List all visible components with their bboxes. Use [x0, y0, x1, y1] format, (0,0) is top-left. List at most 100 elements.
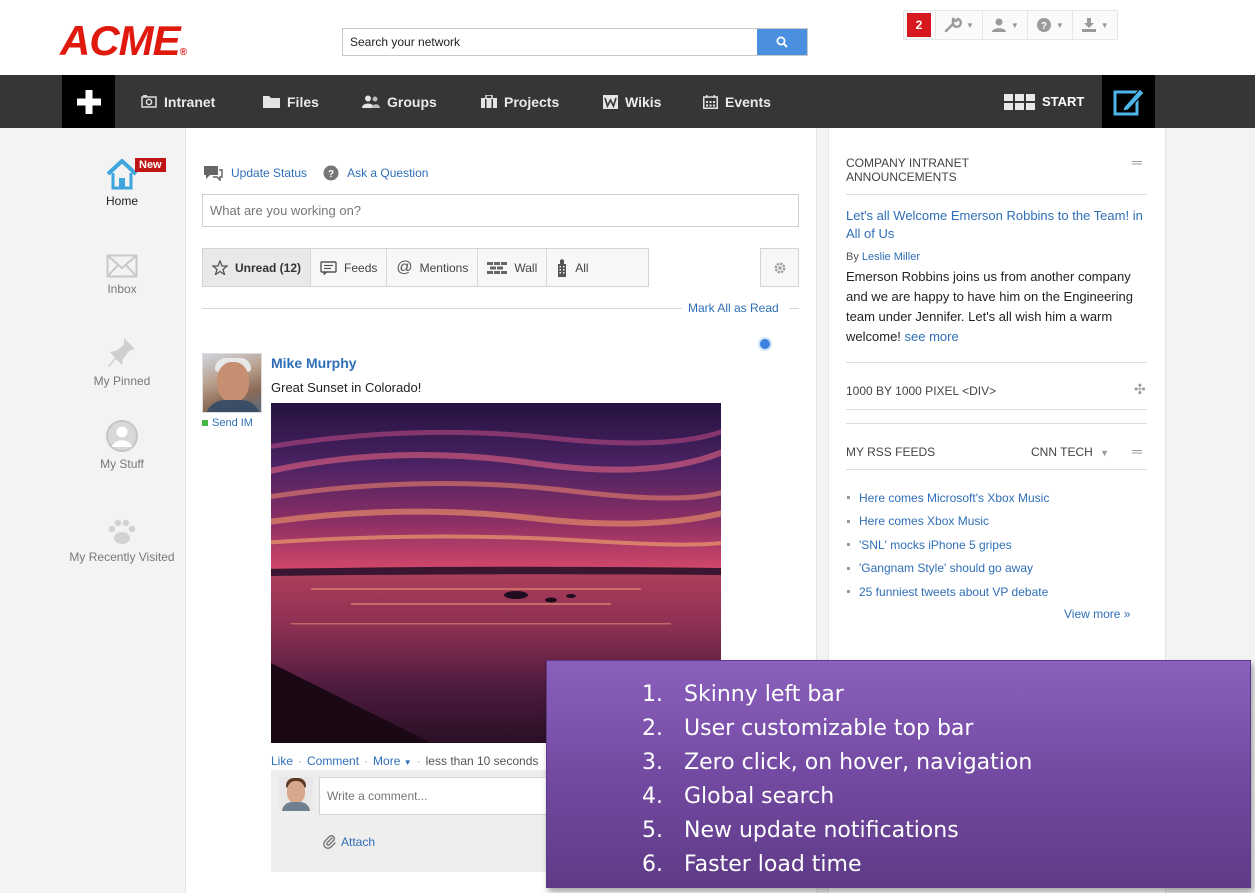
avatar-shirt [282, 802, 310, 811]
main-nav: Intranet Files Groups Projects Wikis Eve… [0, 75, 1255, 128]
plus-icon: ✣ [1134, 381, 1146, 397]
tab-all[interactable]: All [547, 249, 648, 286]
wrench-icon [944, 17, 962, 33]
chat-bubble-icon [204, 166, 223, 181]
tab-update-status[interactable]: Update Status [203, 165, 307, 181]
notifications-badge[interactable]: 2 [907, 13, 931, 37]
online-status-icon [202, 420, 208, 426]
new-badge: New [135, 158, 166, 172]
tab-mentions[interactable]: @ Mentions [387, 249, 479, 286]
post-author[interactable]: Mike Murphy [271, 355, 357, 371]
rss-source-select[interactable]: CNN TECH ▼ [1031, 445, 1109, 460]
utility-bar: 2 ▼ ▼ ? ▼ ▼ [903, 10, 1118, 40]
feed-icon [320, 260, 337, 275]
collapse-announcements-button[interactable]: ═ [1132, 154, 1142, 170]
nav-events[interactable]: Events [703, 75, 771, 128]
tab-feeds[interactable]: Feeds [311, 249, 388, 286]
rss-feeds-title: MY RSS FEEDS [846, 445, 936, 459]
search-button[interactable] [757, 29, 807, 55]
rss-item[interactable]: Here comes Microsoft's Xbox Music [846, 486, 1146, 510]
paperclip-icon [323, 835, 336, 849]
rss-item[interactable]: Here comes Xbox Music [846, 510, 1146, 534]
rss-item[interactable]: 'Gangnam Style' should go away [846, 557, 1146, 581]
attach-button[interactable]: Attach [323, 835, 375, 849]
nav-files[interactable]: Files [263, 75, 319, 128]
minus-icon: ═ [1132, 154, 1142, 170]
send-im-link[interactable]: Send IM [202, 417, 253, 429]
top-header: ACME® 2 ▼ ▼ ? ▼ ▼ [0, 0, 1255, 75]
rail-item-mystuff[interactable]: My Stuff [52, 419, 192, 471]
unread-indicator[interactable] [760, 339, 770, 349]
intranet-icon [141, 95, 157, 108]
at-icon: @ [396, 258, 413, 276]
post-text: Great Sunset in Colorado! [271, 380, 422, 395]
view-more-link[interactable]: View more » [1064, 607, 1130, 621]
composer-tabs: Update Status ? Ask a Question [203, 165, 444, 181]
briefcase-icon [481, 95, 497, 108]
divider [846, 469, 1147, 470]
search-input[interactable] [343, 29, 759, 55]
separator: · [298, 754, 303, 768]
nav-projects[interactable]: Projects [481, 75, 559, 128]
create-new-button[interactable] [62, 75, 115, 128]
expand-widget-button[interactable]: ✣ [1134, 381, 1146, 398]
bullet-icon [847, 590, 850, 594]
feature-item: 5. New update notifications [642, 817, 959, 843]
bullet-icon [847, 519, 850, 523]
calendar-icon [703, 94, 718, 109]
nav-intranet[interactable]: Intranet [141, 75, 215, 128]
author-avatar[interactable] [202, 353, 262, 413]
start-button[interactable]: START [1004, 75, 1084, 128]
groups-icon [362, 95, 380, 108]
nav-wikis[interactable]: Wikis [603, 75, 661, 128]
status-update-input[interactable] [202, 194, 799, 227]
post-actions: Like · Comment · More ▼ · less than 10 s… [271, 754, 538, 768]
like-link[interactable]: Like [271, 754, 293, 768]
avatar-face [217, 362, 249, 402]
svg-text:?: ? [1041, 21, 1047, 32]
rail-item-inbox[interactable]: Inbox [52, 254, 192, 296]
bullet-icon [847, 566, 850, 570]
collapse-rss-button[interactable]: ═ [1132, 443, 1142, 459]
download-menu[interactable]: ▼ [1071, 10, 1117, 40]
announcement-body: Emerson Robbins joins us from another co… [846, 269, 1133, 344]
chevron-down-icon: ▼ [1055, 20, 1064, 30]
profile-menu[interactable]: ▼ [981, 10, 1027, 40]
current-user-avatar [279, 777, 313, 811]
rail-item-recently-visited[interactable]: My Recently Visited [52, 518, 192, 564]
divider [846, 409, 1147, 410]
comment-link[interactable]: Comment [307, 754, 359, 768]
help-icon: ? [1036, 18, 1051, 32]
divider [846, 423, 1147, 424]
help-menu[interactable]: ? ▼ [1026, 10, 1072, 40]
tools-menu[interactable]: ▼ [935, 10, 982, 40]
see-more-link[interactable]: see more [905, 329, 959, 344]
search-icon [776, 36, 788, 48]
announcement-headline[interactable]: Let's all Welcome Emerson Robbins to the… [846, 207, 1146, 243]
announcement-author-link[interactable]: Leslie Miller [862, 251, 920, 263]
rss-item[interactable]: 25 funniest tweets about VP debate [846, 580, 1146, 604]
nav-groups[interactable]: Groups [362, 75, 437, 128]
acme-logo[interactable]: ACME® [60, 20, 187, 74]
chevron-down-icon: ▼ [1100, 448, 1110, 458]
separator: · [364, 754, 369, 768]
tab-unread[interactable]: Unread (12) [203, 249, 312, 286]
tab-ask-question[interactable]: ? Ask a Question [323, 165, 428, 181]
bullet-icon [847, 543, 850, 547]
bullet-icon [847, 496, 850, 500]
question-icon: ? [323, 165, 339, 181]
tab-wall[interactable]: Wall [478, 249, 548, 286]
stream-settings-button[interactable] [760, 248, 799, 287]
rss-item[interactable]: 'SNL' mocks iPhone 5 gripes [846, 533, 1146, 557]
separator: · [416, 754, 421, 768]
compose-button[interactable] [1102, 75, 1155, 128]
grid-icon [1004, 93, 1035, 110]
download-icon [1081, 18, 1096, 32]
rail-item-home[interactable]: New Home [52, 158, 192, 208]
div-widget-title: 1000 BY 1000 PIXEL <DIV> [846, 384, 997, 398]
folder-icon [263, 96, 280, 108]
rail-item-pinned[interactable]: My Pinned [52, 336, 192, 388]
more-menu[interactable]: More ▼ [373, 754, 412, 768]
home-icon [106, 159, 138, 190]
mark-all-read-link[interactable]: Mark All as Read [688, 301, 779, 315]
